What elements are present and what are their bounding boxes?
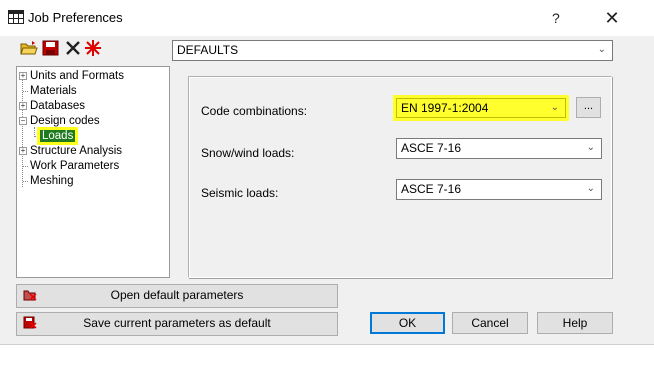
expand-plus-icon[interactable]: + [19, 102, 27, 110]
reset-star-icon[interactable] [84, 40, 102, 56]
tree-item-databases[interactable]: Databases [30, 99, 85, 113]
help-question-button[interactable]: ? [552, 9, 560, 27]
tree-item-structure-analysis[interactable]: Structure Analysis [30, 144, 122, 158]
snow-wind-select[interactable]: ASCE 7-16 ⌄ [396, 138, 602, 159]
tree-item-design-codes[interactable]: Design codes [30, 114, 100, 128]
save-default-parameters-label: Save current parameters as default [83, 316, 271, 330]
seismic-label: Seismic loads: [201, 186, 279, 200]
snow-wind-label: Snow/wind loads: [201, 146, 295, 160]
chevron-down-icon: ⌄ [550, 102, 559, 113]
delete-x-icon[interactable] [64, 40, 82, 56]
window-bottom-edge [0, 344, 654, 367]
ok-button[interactable]: OK [370, 312, 445, 334]
snow-wind-value: ASCE 7-16 [401, 141, 462, 155]
open-default-parameters-label: Open default parameters [110, 288, 244, 302]
code-combinations-more-button[interactable]: ... [576, 97, 601, 118]
open-default-icon [23, 290, 37, 301]
close-button[interactable]: ✕ [600, 6, 624, 30]
chevron-down-icon: ⌄ [586, 183, 595, 194]
cancel-button[interactable]: Cancel [452, 312, 528, 334]
code-combinations-select[interactable]: EN 1997-1:2004 ⌄ [396, 98, 566, 118]
code-combinations-label: Code combinations: [201, 104, 308, 118]
chevron-down-icon: ⌄ [597, 44, 606, 55]
tree-item-work-parameters[interactable]: Work Parameters [30, 159, 119, 173]
open-folder-icon[interactable] [20, 40, 38, 56]
open-default-parameters-button[interactable]: Open default parameters [16, 284, 338, 308]
save-default-icon [23, 316, 37, 329]
tree-item-meshing[interactable]: Meshing [30, 174, 73, 188]
chevron-down-icon: ⌄ [586, 142, 595, 153]
collapse-minus-icon[interactable]: − [19, 117, 27, 125]
expand-plus-icon[interactable]: + [19, 147, 27, 155]
seismic-select[interactable]: ASCE 7-16 ⌄ [396, 179, 602, 200]
tree-item-loads[interactable]: Loads [40, 129, 76, 143]
expand-plus-icon[interactable]: + [19, 72, 27, 80]
save-disk-icon[interactable] [42, 40, 60, 56]
preset-select[interactable]: DEFAULTS ⌄ [172, 40, 613, 61]
tree-item-materials[interactable]: Materials [30, 84, 77, 98]
tree-item-loads-label: Loads [40, 130, 76, 142]
tree-connector [23, 91, 28, 92]
tree-connector [23, 166, 28, 167]
tree-item-units-and-formats[interactable]: Units and Formats [30, 69, 124, 83]
title-bar: Job Preferences ? ✕ [0, 0, 654, 36]
category-tree[interactable]: + Units and Formats Materials + Database… [16, 66, 170, 278]
save-default-parameters-button[interactable]: Save current parameters as default [16, 312, 338, 336]
code-combinations-value: EN 1997-1:2004 [401, 101, 489, 115]
tree-connector [23, 181, 28, 182]
help-button[interactable]: Help [537, 312, 613, 334]
seismic-value: ASCE 7-16 [401, 182, 462, 196]
app-grid-icon [8, 10, 24, 24]
preset-select-value: DEFAULTS [177, 43, 239, 57]
window-title: Job Preferences [28, 10, 123, 25]
